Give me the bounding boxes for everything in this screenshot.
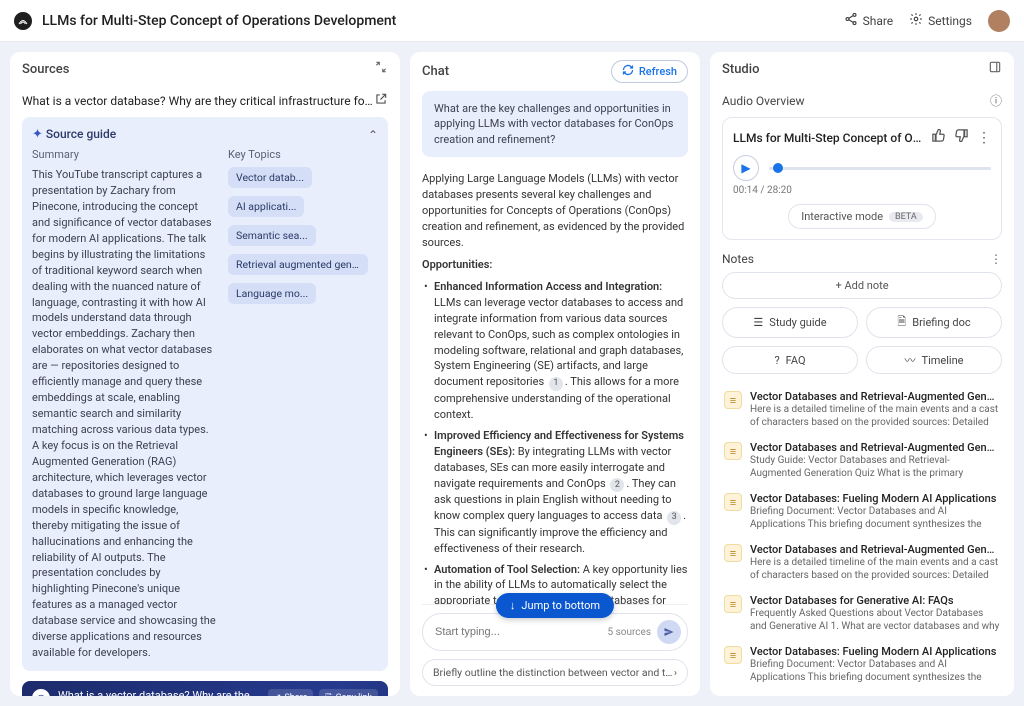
study-guide-button[interactable]: ☰Study guide xyxy=(722,307,858,338)
faq-button[interactable]: ?FAQ xyxy=(722,346,858,374)
note-item[interactable]: ≡ Vector Databases and Retrieval-Augmente… xyxy=(722,537,1002,588)
help-icon: ? xyxy=(774,354,779,367)
sources-count: 5 sources xyxy=(608,627,651,638)
sparkle-icon: ✦ xyxy=(32,127,43,142)
note-item[interactable]: ≡ Vector Databases and Retrieval-Augmente… xyxy=(722,384,1002,435)
share-button[interactable]: Share xyxy=(844,12,894,29)
note-icon: ≡ xyxy=(724,544,742,562)
summary-text: This YouTube transcript captures a prese… xyxy=(32,167,216,661)
add-note-button[interactable]: + Add note xyxy=(722,272,1002,299)
note-item[interactable]: ≡ Vector Databases: Fueling Modern AI App… xyxy=(722,486,1002,537)
note-icon: ≡ xyxy=(724,595,742,613)
notebook-title[interactable]: LLMs for Multi-Step Concept of Operation… xyxy=(42,13,396,29)
briefing-doc-button[interactable]: 🗎Briefing doc xyxy=(866,307,1002,338)
suggestion-chip[interactable]: Briefly outline the distinction between … xyxy=(422,659,688,686)
refresh-button[interactable]: Refresh xyxy=(611,60,688,83)
note-title: Vector Databases: Fueling Modern AI Appl… xyxy=(750,645,1000,658)
open-external-icon[interactable] xyxy=(374,92,388,109)
note-desc: Briefing Document: Vector Databases and … xyxy=(750,505,1000,531)
note-item[interactable]: ≡ Vector Databases for Generative AI: FAQ… xyxy=(722,588,1002,639)
note-icon: ≡ xyxy=(724,442,742,460)
notes-list: ≡ Vector Databases and Retrieval-Augmente… xyxy=(722,384,1002,686)
citation-badge[interactable]: 2 xyxy=(610,478,624,492)
more-icon[interactable]: ⋮ xyxy=(990,252,1002,266)
note-desc: Study Guide: Vector Databases and Retrie… xyxy=(750,454,1000,480)
response-bullet: Improved Efficiency and Effectiveness fo… xyxy=(422,428,688,557)
assistant-response: Applying Large Language Models (LLMs) wi… xyxy=(422,171,688,604)
beta-badge: BETA xyxy=(889,212,923,222)
note-title: Vector Databases and Retrieval-Augmented… xyxy=(750,543,1000,556)
chat-panel: Chat Refresh What are the key challenges… xyxy=(410,52,700,696)
send-button[interactable] xyxy=(657,620,681,644)
response-bullet: Enhanced Information Access and Integrat… xyxy=(422,279,688,423)
topic-chip[interactable]: Language mo... xyxy=(228,283,316,304)
topic-chip[interactable]: Semantic sea... xyxy=(228,225,316,246)
settings-button[interactable]: Settings xyxy=(909,12,972,29)
topic-chip[interactable]: Retrieval augmented gener... xyxy=(228,254,368,275)
citation-badge[interactable]: 1 xyxy=(549,377,563,391)
collapse-icon[interactable] xyxy=(374,60,388,78)
audio-overview-label: Audio Overview xyxy=(722,94,805,108)
sources-heading: Sources xyxy=(22,62,69,77)
note-title: Vector Databases for Generative AI: FAQs xyxy=(750,594,1000,607)
topic-chip[interactable]: Vector datab... xyxy=(228,167,312,188)
note-icon: ≡ xyxy=(724,391,742,409)
studio-heading: Studio xyxy=(722,62,759,77)
note-desc: Frequently Asked Questions about Vector … xyxy=(750,607,1000,633)
panel-layout-icon[interactable] xyxy=(988,60,1002,78)
audio-progress[interactable] xyxy=(769,167,991,170)
note-title: Vector Databases: Fueling Modern AI Appl… xyxy=(750,492,1000,505)
topic-chip[interactable]: AI applicati... xyxy=(228,196,304,217)
summary-label: Summary xyxy=(32,148,216,161)
audio-play-button[interactable]: ▶ xyxy=(733,155,759,181)
arrow-down-icon: ↓ xyxy=(510,599,516,612)
notes-label: Notes xyxy=(722,252,754,266)
user-avatar[interactable] xyxy=(988,10,1010,32)
chevron-right-icon: › xyxy=(674,666,677,679)
note-title: Vector Databases and Retrieval-Augmented… xyxy=(750,441,1000,454)
video-thumbnail[interactable]: ◉ What is a vector database? Why are the… xyxy=(22,681,388,696)
timeline-icon: 〰 xyxy=(905,352,916,368)
timeline-button[interactable]: 〰Timeline xyxy=(866,346,1002,374)
note-title: Vector Databases and Retrieval-Augmented… xyxy=(750,390,1000,403)
jump-to-bottom-button[interactable]: ↓ Jump to bottom xyxy=(496,593,614,618)
note-desc: Briefing Document: Vector Databases and … xyxy=(750,658,1000,684)
audio-overview-card: LLMs for Multi-Step Concept of Operation… xyxy=(722,117,1002,240)
note-desc: Here is a detailed timeline of the main … xyxy=(750,556,1000,582)
source-link-title[interactable]: What is a vector database? Why are they … xyxy=(22,94,374,108)
chat-heading: Chat xyxy=(422,64,449,79)
key-topics-label: Key Topics xyxy=(228,148,378,161)
note-desc: Here is a detailed timeline of the main … xyxy=(750,403,1000,429)
list-icon: ☰ xyxy=(753,316,763,329)
chevron-up-icon[interactable]: ⌃ xyxy=(368,128,378,142)
note-icon: ≡ xyxy=(724,646,742,664)
info-icon[interactable]: ⓘ xyxy=(990,92,1002,109)
refresh-icon xyxy=(622,64,634,79)
more-icon[interactable]: ⋮ xyxy=(977,130,991,146)
interactive-mode-button[interactable]: Interactive mode BETA xyxy=(788,204,936,229)
audio-time: 00:14 / 28:20 xyxy=(733,185,991,196)
doc-icon: 🗎 xyxy=(897,313,906,332)
studio-panel: Studio Audio Overview ⓘ LLMs for Multi-S… xyxy=(710,52,1014,696)
thumbs-up-icon[interactable] xyxy=(931,128,946,147)
top-bar: LLMs for Multi-Step Concept of Operation… xyxy=(0,0,1024,42)
note-item[interactable]: ≡ Vector Databases and Retrieval-Augmente… xyxy=(722,435,1002,486)
user-message: What are the key challenges and opportun… xyxy=(422,91,688,157)
app-logo xyxy=(14,12,32,30)
citation-badge[interactable]: 3 xyxy=(667,511,681,525)
thumbs-down-icon[interactable] xyxy=(954,128,969,147)
note-icon: ≡ xyxy=(724,493,742,511)
topic-chips: Vector datab... AI applicati... Semantic s… xyxy=(228,167,378,312)
audio-title: LLMs for Multi-Step Concept of Operation… xyxy=(733,131,923,145)
note-item[interactable]: ≡ Vector Databases: Fueling Modern AI App… xyxy=(722,639,1002,686)
source-guide-card: ✦ Source guide ⌃ Summary This YouTube tr… xyxy=(22,117,388,671)
share-icon xyxy=(844,12,858,29)
chat-input[interactable] xyxy=(435,626,608,638)
gear-icon xyxy=(909,12,923,29)
sources-panel: Sources What is a vector database? Why a… xyxy=(10,52,400,696)
chat-input-container: 5 sources xyxy=(422,613,688,651)
